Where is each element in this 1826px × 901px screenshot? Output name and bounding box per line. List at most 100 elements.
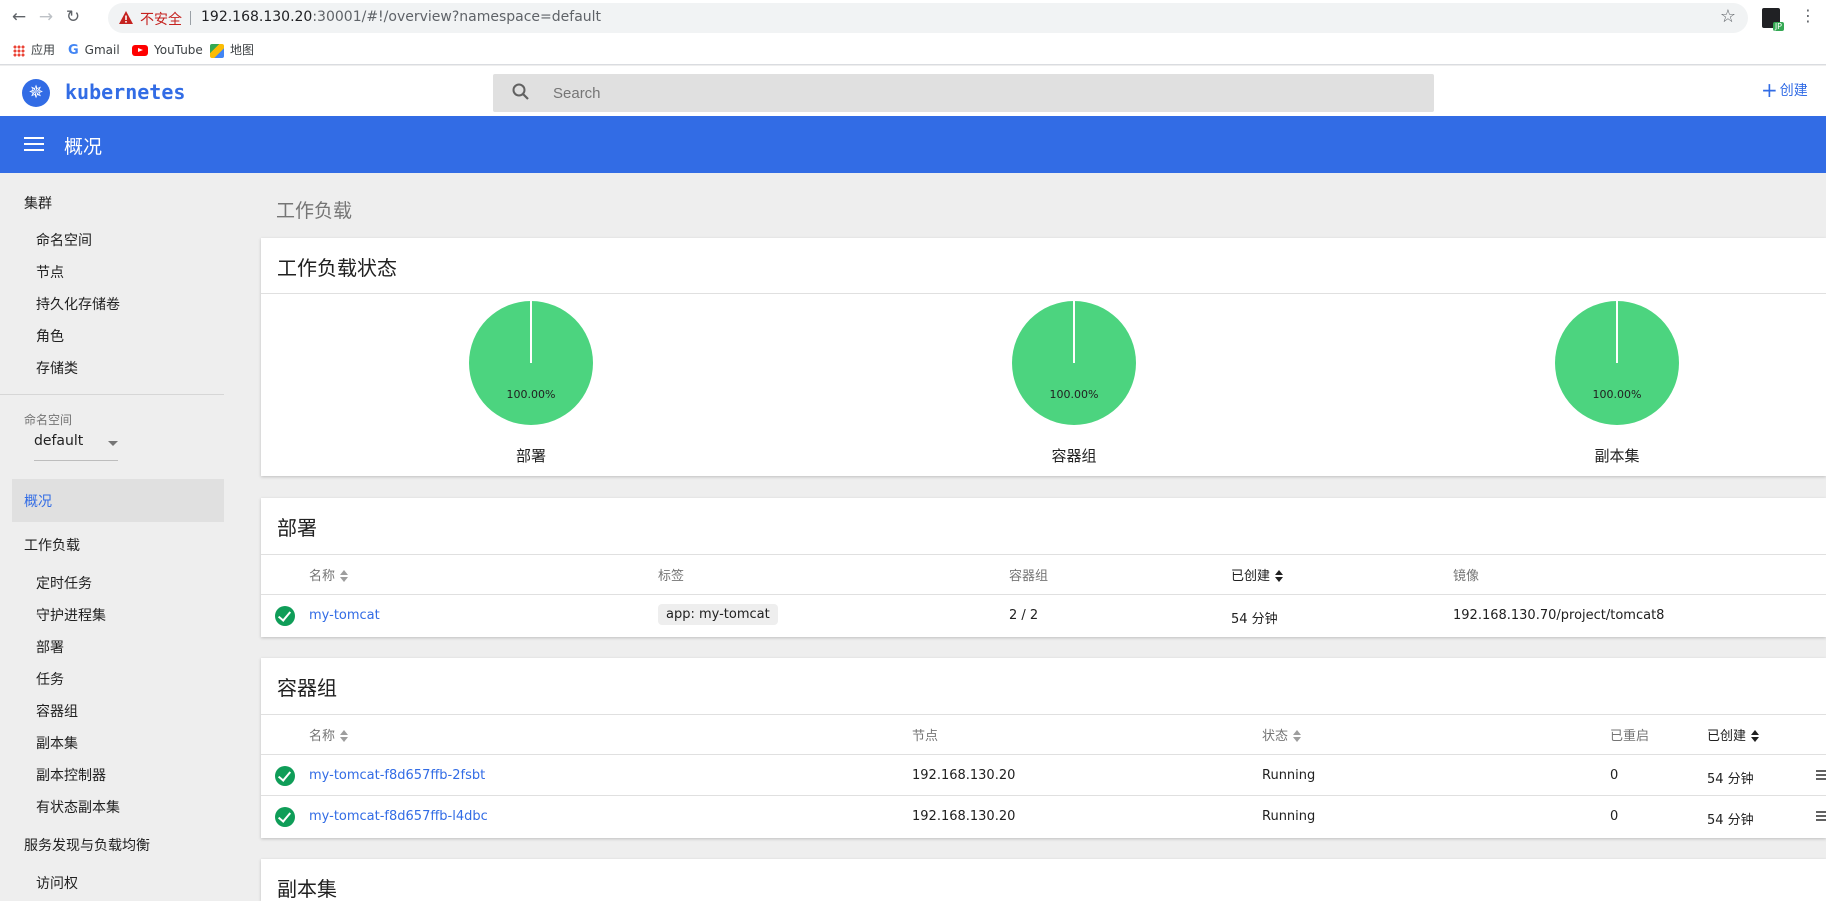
google-icon: G (68, 42, 79, 58)
sidebar-item-replicasets[interactable]: 副本集 (36, 733, 78, 753)
sidebar-item-persistent-volumes[interactable]: 持久化存储卷 (36, 294, 120, 314)
column-header-status[interactable]: 状态 (1262, 725, 1302, 744)
column-header-created[interactable]: 已创建 (1707, 725, 1760, 744)
pod-node: 192.168.130.20 (912, 768, 1016, 783)
url-path: :30001/#!/overview?namespace=default (312, 9, 602, 25)
chevron-down-icon (108, 441, 118, 446)
sidebar: 集群 命名空间 节点 持久化存储卷 角色 存储类 命名空间 default 概况… (0, 173, 245, 901)
youtube-icon (132, 45, 148, 56)
plus-icon: + (1761, 78, 1778, 102)
apps-grid-icon (13, 44, 25, 57)
pods-card: 容器组 名称 节点 状态 已重启 已创建 my-tomcat-f8d657ffb… (261, 658, 1826, 838)
search-input[interactable] (553, 74, 1413, 112)
row-actions-icon[interactable] (1816, 811, 1826, 823)
sidebar-item-ingresses[interactable]: 访问权 (36, 873, 78, 893)
sidebar-item-namespaces[interactable]: 命名空间 (36, 230, 92, 250)
pie-label[interactable]: 容器组 (1009, 445, 1139, 466)
card-divider (261, 293, 1826, 294)
warning-icon (119, 11, 133, 24)
sidebar-item-cronjobs[interactable]: 定时任务 (36, 573, 92, 593)
bookmark-apps[interactable]: 应用 (13, 41, 55, 59)
pie-label[interactable]: 副本集 (1552, 445, 1682, 466)
sidebar-item-deployments[interactable]: 部署 (36, 637, 64, 657)
card-title: 部署 (277, 516, 317, 540)
reload-icon[interactable]: ↻ (62, 6, 84, 28)
url-host: 192.168.130.20 (201, 9, 313, 25)
bookmark-gmail[interactable]: G Gmail (68, 41, 120, 59)
address-bar[interactable]: 不安全 192.168.130.20:30001/#!/overview?nam… (108, 3, 1748, 33)
brand-name[interactable]: kubernetes (65, 80, 185, 104)
sort-icon (1275, 570, 1284, 582)
check-circle-icon (275, 807, 295, 827)
pod-status: Running (1262, 809, 1316, 824)
sidebar-item-statefulsets[interactable]: 有状态副本集 (36, 797, 120, 817)
image-name: 192.168.130.70/project/tomcat8 (1453, 608, 1665, 623)
insecure-label[interactable]: 不安全 (140, 9, 182, 29)
app-header: kubernetes +创建 (0, 66, 1826, 116)
column-header-restarts: 已重启 (1610, 729, 1650, 744)
back-icon[interactable]: ← (8, 6, 30, 28)
namespace-label: 命名空间 (24, 413, 73, 427)
sidebar-item-daemonsets[interactable]: 守护进程集 (36, 605, 106, 625)
pod-created: 54 分钟 (1707, 813, 1754, 828)
workload-status-card: 工作负载状态 100.00% 部署 100.00% 容器组 100.00% 副本… (261, 238, 1826, 476)
sidebar-item-workloads[interactable]: 工作负载 (24, 535, 80, 555)
sort-icon (340, 730, 349, 742)
check-circle-icon (275, 606, 295, 626)
pod-restarts: 0 (1610, 768, 1619, 783)
pod-created: 54 分钟 (1707, 772, 1754, 787)
sidebar-item-roles[interactable]: 角色 (36, 326, 64, 346)
pod-node: 192.168.130.20 (912, 809, 1016, 824)
create-button[interactable]: + 创建 (1761, 78, 1808, 102)
column-header-name[interactable]: 名称 (309, 565, 349, 584)
row-divider (261, 795, 1826, 796)
sidebar-item-nodes[interactable]: 节点 (36, 262, 64, 282)
search-box[interactable] (493, 74, 1434, 112)
check-circle-icon (275, 766, 295, 786)
url-text[interactable]: 192.168.130.20:30001/#!/overview?namespa… (201, 9, 601, 25)
pod-name-link[interactable]: my-tomcat-f8d657ffb-2fsbt (309, 768, 485, 783)
page-toolbar: 概况 (0, 116, 1826, 173)
column-header-created[interactable]: 已创建 (1231, 565, 1284, 584)
sidebar-item-discovery[interactable]: 服务发现与负载均衡 (24, 835, 150, 855)
card-title: 副本集 (277, 877, 337, 901)
sidebar-item-replication-controllers[interactable]: 副本控制器 (36, 765, 106, 785)
hamburger-menu-icon[interactable] (24, 137, 44, 151)
sidebar-item-overview[interactable]: 概况 (12, 479, 224, 522)
url-separator (190, 11, 191, 25)
deployment-name-link[interactable]: my-tomcat (309, 608, 380, 623)
bookmark-star-icon[interactable]: ☆ (1720, 6, 1736, 27)
pod-restarts: 0 (1610, 809, 1619, 824)
sidebar-item-pods[interactable]: 容器组 (36, 701, 78, 721)
sidebar-item-cluster[interactable]: 集群 (24, 193, 52, 213)
pie-chart (469, 301, 593, 425)
row-divider (261, 594, 1826, 595)
pie-pods: 100.00% 容器组 (1009, 298, 1139, 465)
sidebar-item-storage-classes[interactable]: 存储类 (36, 358, 78, 378)
pie-chart (1012, 301, 1136, 425)
bookmark-youtube[interactable]: YouTube (132, 41, 203, 59)
namespace-select[interactable]: default (34, 433, 118, 461)
extension-icon[interactable]: JP (1762, 8, 1784, 31)
column-header-labels: 标签 (658, 569, 685, 584)
pod-name-link[interactable]: my-tomcat-f8d657ffb-l4dbc (309, 809, 488, 824)
bookmark-maps[interactable]: 地图 (210, 41, 254, 59)
pie-replicasets: 100.00% 副本集 (1552, 298, 1682, 465)
column-header-name[interactable]: 名称 (309, 725, 349, 744)
pie-percent: 100.00% (506, 388, 556, 401)
browser-menu-icon[interactable]: ⋮ (1800, 6, 1816, 25)
row-divider (261, 754, 1826, 755)
label-chip: app: my-tomcat (658, 604, 778, 625)
sidebar-item-jobs[interactable]: 任务 (36, 669, 64, 689)
pie-percent: 100.00% (1049, 388, 1099, 401)
card-title: 工作负载状态 (277, 256, 397, 280)
pie-percent: 100.00% (1592, 388, 1642, 401)
browser-toolbar: ← → ↻ 不安全 192.168.130.20:30001/#!/overvi… (0, 0, 1826, 35)
row-actions-icon[interactable] (1816, 770, 1826, 782)
namespace-value: default (34, 433, 84, 449)
sort-icon (1293, 730, 1302, 742)
kubernetes-logo-icon[interactable] (22, 79, 50, 107)
forward-icon[interactable]: → (35, 6, 57, 28)
bookmarks-bar: 应用 G Gmail YouTube 地图 (0, 35, 1826, 65)
pie-label[interactable]: 部署 (466, 445, 596, 466)
